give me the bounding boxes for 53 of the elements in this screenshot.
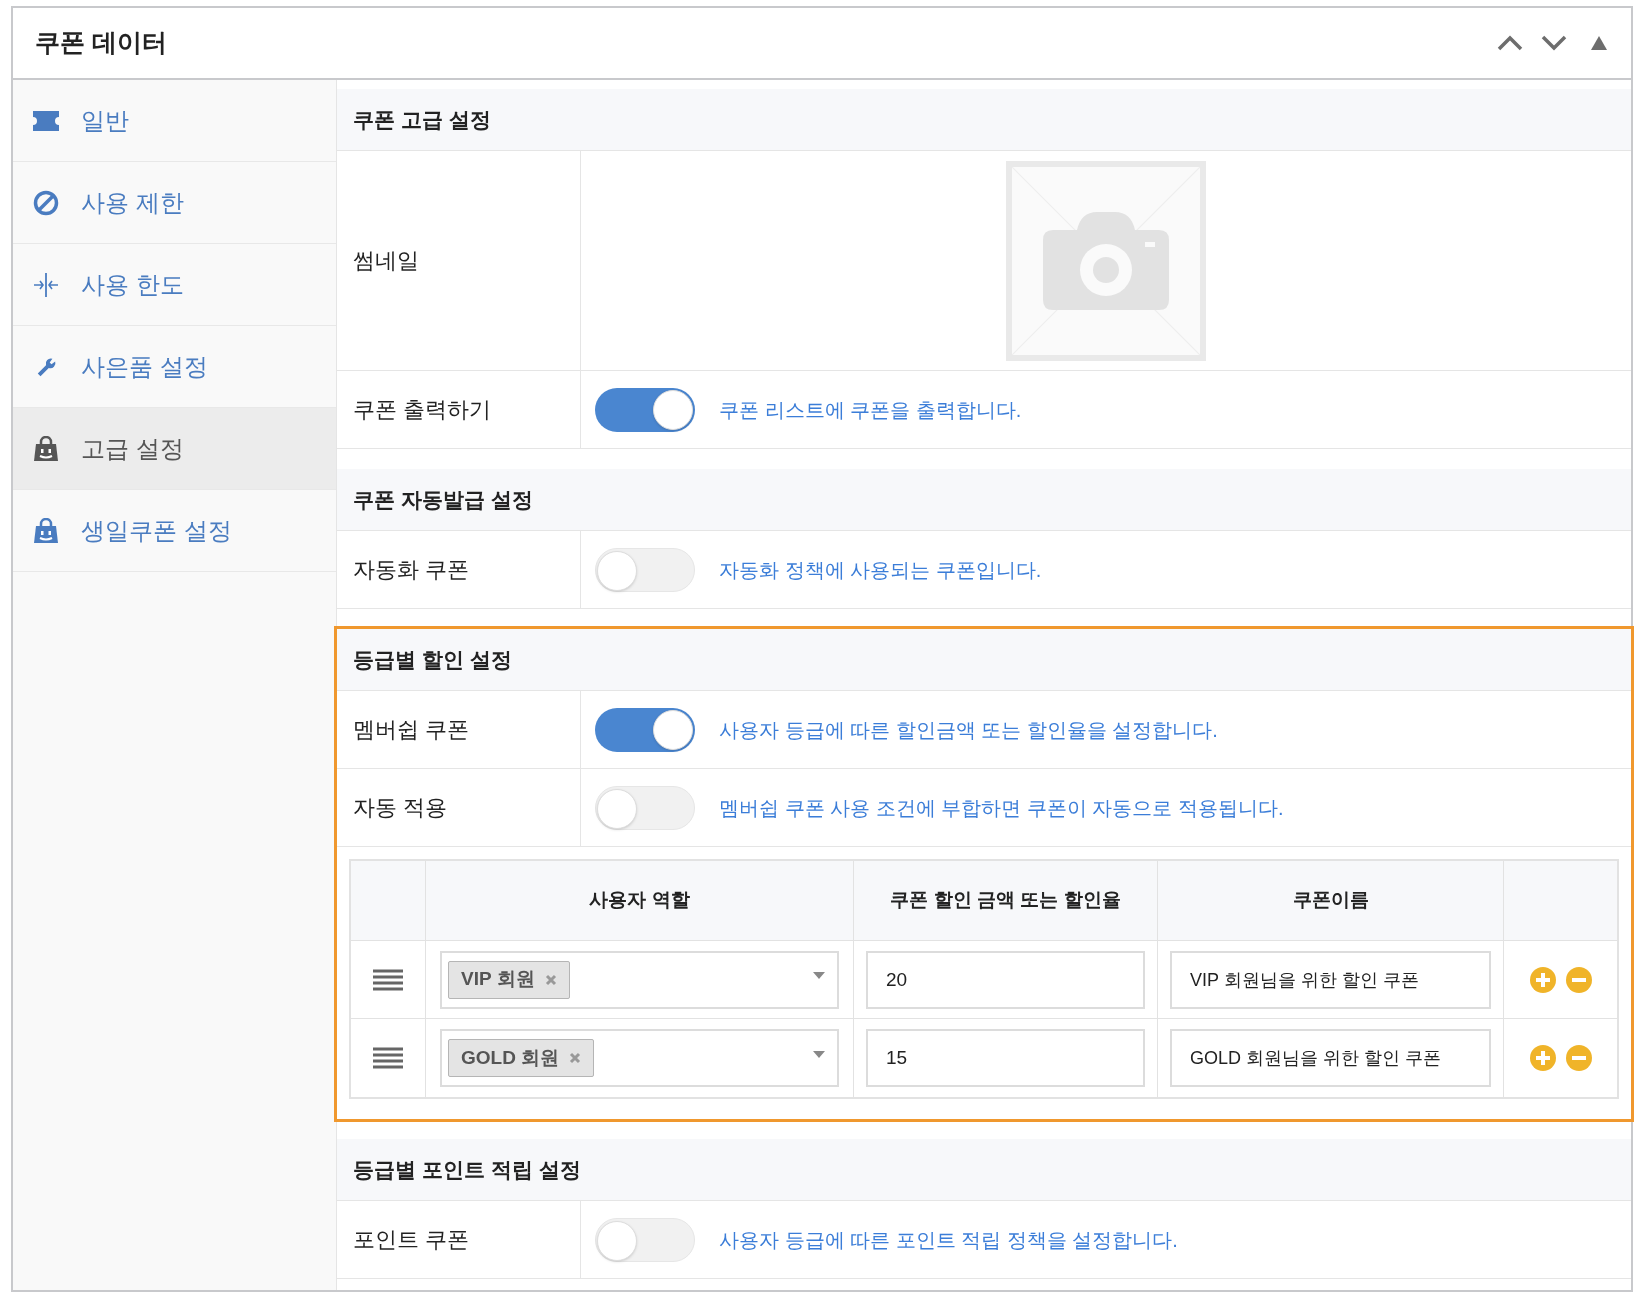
camera-icon [1043, 211, 1169, 310]
remove-icon[interactable] [1565, 966, 1592, 993]
amount-field[interactable]: 20 [866, 950, 1145, 1009]
field-label: 포인트 쿠폰 [353, 1226, 470, 1254]
amount-field[interactable]: 15 [866, 1029, 1145, 1087]
role-tag[interactable]: VIP 회원 [448, 960, 570, 999]
description-text: 사용자 등급에 따른 포인트 적립 정책을 설정합니다. [719, 1227, 1178, 1253]
caret-icon[interactable] [813, 972, 825, 979]
close-icon[interactable] [544, 973, 557, 986]
section-title: 등급별 할인 설정 [353, 646, 512, 673]
toggle-switch[interactable] [595, 707, 695, 752]
coupon-name-field[interactable]: VIP 회원님을 위한 할인 쿠폰 [1170, 950, 1491, 1009]
arrows-inward-icon [33, 271, 59, 298]
description-text: 자동화 정책에 사용되는 쿠폰입니다. [719, 557, 1042, 583]
chevron-up-icon[interactable] [1497, 35, 1523, 51]
add-icon[interactable] [1529, 966, 1556, 993]
prohibited-icon [33, 189, 59, 216]
drag-handle-icon[interactable] [373, 1047, 403, 1069]
toggle-switch[interactable] [595, 547, 695, 592]
ticket-icon [33, 110, 59, 131]
section-title: 쿠폰 자동발급 설정 [353, 486, 533, 513]
close-icon[interactable] [569, 1052, 582, 1064]
section-title: 등급별 포인트 적립 설정 [353, 1156, 581, 1183]
toggle-switch[interactable] [595, 1217, 695, 1262]
remove-icon[interactable] [1565, 1045, 1592, 1071]
column-header: 쿠폰 할인 금액 또는 할인율 [890, 888, 1121, 913]
role-select[interactable]: GOLD 회원 [440, 1029, 839, 1087]
chevron-down-icon[interactable] [1541, 35, 1567, 51]
sidebar-item[interactable]: 고급 설정 [13, 408, 336, 490]
column-header: 사용자 역할 [589, 888, 690, 913]
triangle-up-icon[interactable] [1591, 36, 1607, 50]
field-label: 썸네일 [353, 247, 419, 275]
coupon-name-field[interactable]: GOLD 회원님을 위한 할인 쿠폰 [1170, 1029, 1491, 1087]
shopping-bag-icon [33, 435, 59, 462]
caret-icon[interactable] [813, 1050, 825, 1058]
description-text: 멤버쉽 쿠폰 사용 조건에 부합하면 쿠폰이 자동으로 적용됩니다. [719, 795, 1284, 821]
description-text: 사용자 등급에 따른 할인금액 또는 할인율을 설정합니다. [719, 717, 1218, 743]
shopping-bag-icon [33, 517, 59, 544]
role-tag[interactable]: GOLD 회원 [448, 1039, 595, 1077]
role-select[interactable]: VIP 회원 [440, 950, 839, 1009]
column-header: 쿠폰이름 [1292, 888, 1369, 913]
image-placeholder[interactable] [1006, 160, 1206, 361]
field-label: 멤버쉽 쿠폰 [353, 716, 470, 744]
drag-handle-icon[interactable] [373, 968, 403, 991]
field-label: 쿠폰 출력하기 [353, 396, 492, 424]
field-label: 자동 적용 [353, 794, 448, 822]
toggle-switch[interactable] [595, 387, 695, 432]
field-label: 자동화 쿠폰 [353, 556, 470, 584]
add-icon[interactable] [1529, 1045, 1556, 1071]
panel-title: 쿠폰 데이터 [35, 27, 168, 59]
toggle-switch[interactable] [595, 785, 695, 830]
section-title: 쿠폰 고급 설정 [353, 106, 491, 133]
description-text: 쿠폰 리스트에 쿠폰을 출력합니다. [719, 397, 1022, 423]
